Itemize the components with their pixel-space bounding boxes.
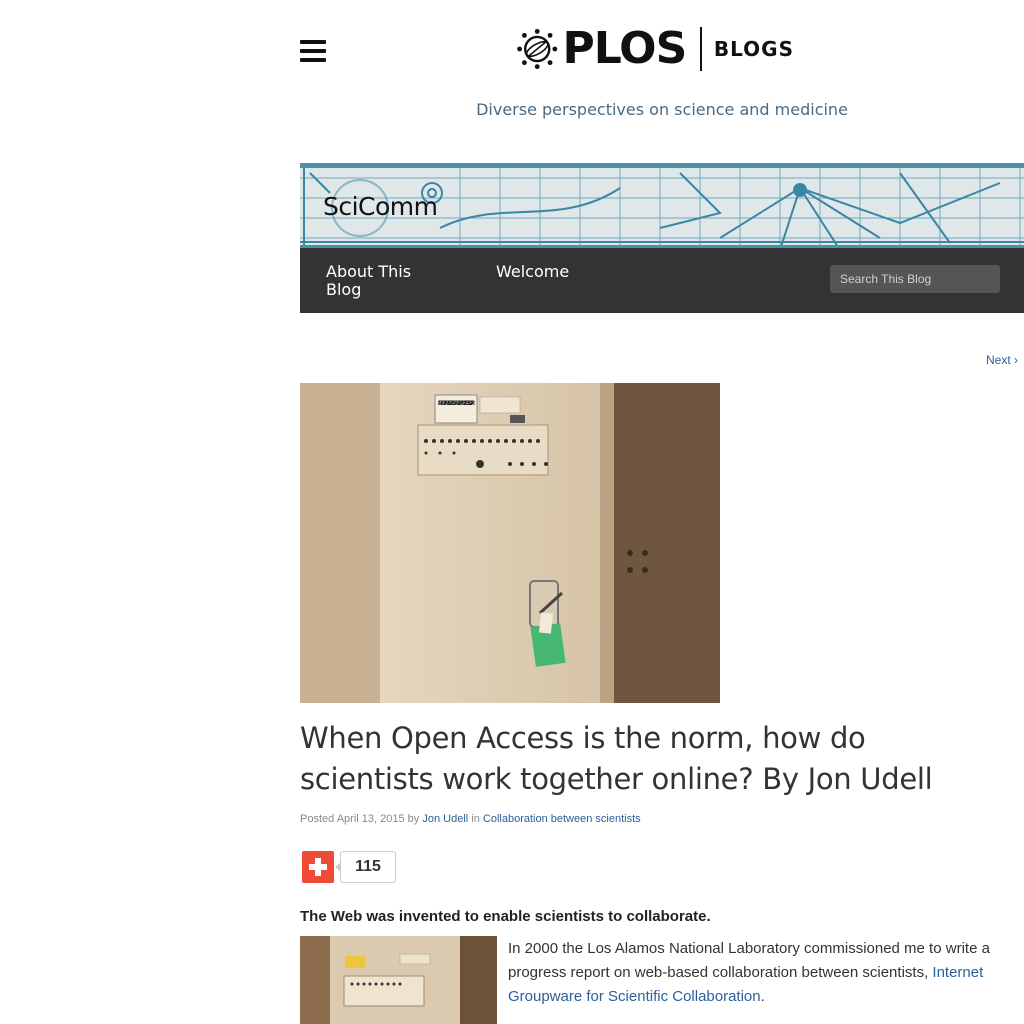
author-link[interactable]: Jon Udell xyxy=(422,813,468,825)
in-text: in xyxy=(471,813,480,825)
plus-icon xyxy=(309,858,327,876)
paragraph-end: . xyxy=(760,988,765,1005)
next-post-label: Next xyxy=(986,353,1011,367)
chevron-right-icon: › xyxy=(1014,353,1019,367)
category-link[interactable]: Collaboration between scientists xyxy=(483,813,641,825)
nav-item-about[interactable]: About This Blog xyxy=(326,263,436,299)
blog-nav: About This Blog Welcome xyxy=(300,245,1024,313)
logo-suffix: BLOGS xyxy=(713,37,794,61)
menu-icon[interactable] xyxy=(300,40,326,62)
post-date: April 13, 2015 xyxy=(336,813,405,825)
imp-cabinet-photo: INTERFACE MESSAGE PROCESSOR xyxy=(300,383,720,703)
post-lead: The Web was invented to enable scientist… xyxy=(300,908,711,925)
paragraph-text: In 2000 the Los Alamos National Laborato… xyxy=(508,940,990,981)
logo-text: PLOS xyxy=(562,23,687,74)
post-paragraph: In 2000 the Los Alamos National Laborato… xyxy=(508,937,1008,1009)
post-inline-image xyxy=(300,936,497,1024)
next-post-link[interactable]: Next › xyxy=(986,353,1018,367)
panel-label: INTERFACE MESSAGE PROCESSOR xyxy=(438,401,476,407)
plos-logo-mark xyxy=(517,28,558,70)
imp-cabinet-thumbnail xyxy=(300,936,497,1024)
blog-banner[interactable]: SciComm xyxy=(300,163,1024,245)
share-button[interactable] xyxy=(302,851,334,883)
post-title[interactable]: When Open Access is the norm, how do sci… xyxy=(300,718,1000,800)
posted-prefix: Posted xyxy=(300,813,335,825)
blog-title[interactable]: SciComm xyxy=(323,192,438,221)
post-hero-image: INTERFACE MESSAGE PROCESSOR xyxy=(300,383,720,703)
nav-item-welcome[interactable]: Welcome xyxy=(496,263,569,281)
site-tagline: Diverse perspectives on science and medi… xyxy=(300,100,1024,119)
by-text: by xyxy=(407,813,420,825)
share-count: 115 xyxy=(335,851,396,883)
plos-blogs-logo[interactable]: PLOS BLOGS xyxy=(514,20,794,78)
post-meta: Posted April 13, 2015 by Jon Udell in Co… xyxy=(300,813,641,825)
site-tagline-text: Diverse perspectives on science and medi… xyxy=(476,100,848,119)
search-input[interactable] xyxy=(830,265,1000,293)
logo-divider xyxy=(700,27,702,71)
